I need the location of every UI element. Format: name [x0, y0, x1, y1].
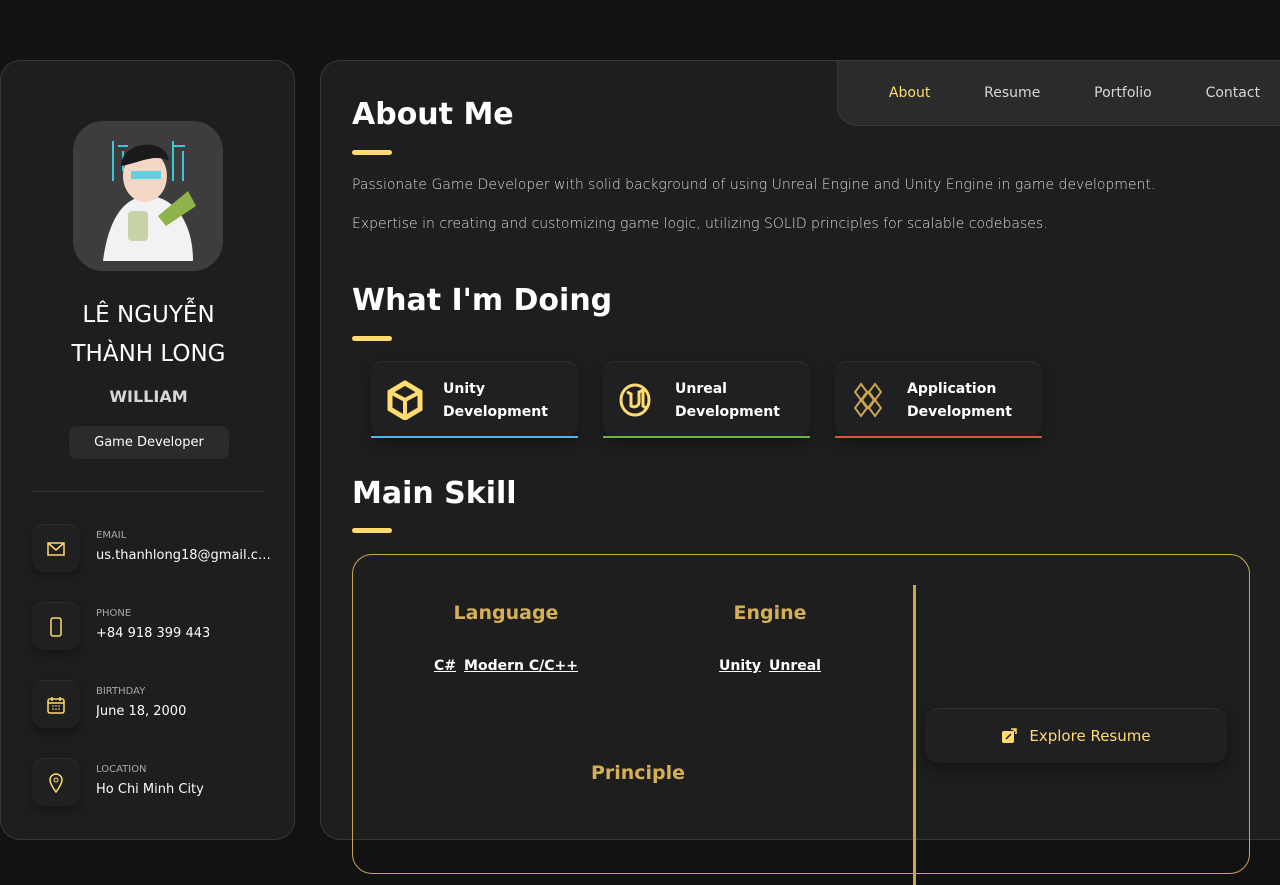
nav-contact[interactable]: Contact [1206, 85, 1260, 101]
service-card-unreal: Unreal Development [603, 361, 810, 438]
doing-title: What I'm Doing [352, 283, 613, 318]
service-card-unity: Unity Development [371, 361, 578, 438]
title-underline [352, 150, 392, 155]
skills-panel: Language C# Modern C/C++ Engine Unity Unre… [352, 554, 1250, 885]
contact-email: Email us.thanhlong18@gmail.com [32, 524, 276, 572]
engine-heading: Engine [733, 602, 807, 624]
vertical-divider [913, 585, 916, 885]
skills-title: Main Skill [352, 476, 517, 511]
card-subtitle: Development [907, 404, 1012, 420]
skill-link-unreal[interactable]: Unreal [769, 658, 821, 674]
principle-heading: Principle [590, 762, 686, 784]
name-line-2: THÀNH LONG [71, 341, 226, 367]
calendar-icon [32, 680, 80, 728]
engine-links: Unity Unreal [715, 658, 825, 674]
divider [32, 491, 265, 492]
card-accent-bar [371, 436, 578, 438]
sidebar: LÊ NGUYỄN THÀNH LONG WILLIAM Game Develop… [0, 60, 295, 840]
name-line-1: LÊ NGUYỄN [82, 302, 215, 328]
nav-portfolio[interactable]: Portfolio [1094, 85, 1152, 101]
skill-link-unity[interactable]: Unity [719, 658, 761, 674]
external-link-icon [1002, 728, 1018, 743]
unity-icon [387, 380, 423, 420]
language-links: C# Modern C/C++ [430, 658, 582, 674]
avatar [73, 121, 223, 271]
contact-label: Birthday [96, 686, 146, 697]
title-underline [352, 528, 392, 533]
avatar-illustration [103, 141, 196, 261]
birthday-value: June 18, 2000 [96, 704, 187, 719]
contact-phone: Phone +84 918 399 443 [32, 602, 272, 650]
about-paragraph-2: Expertise in creating and customizing ga… [352, 216, 1048, 232]
card-title: Unreal [675, 381, 727, 397]
email-link[interactable]: us.thanhlong18@gmail.com [96, 548, 276, 563]
card-accent-bar [603, 436, 810, 438]
profile-name: LÊ NGUYỄN THÀNH LONG [1, 296, 296, 374]
card-accent-bar [835, 436, 1042, 438]
phone-link[interactable]: +84 918 399 443 [96, 626, 276, 641]
contact-label: Phone [96, 608, 132, 619]
service-card-application: Application Development [835, 361, 1042, 438]
contact-label: Location [96, 764, 147, 775]
about-paragraph-1: Passionate Game Developer with solid bac… [352, 177, 1156, 193]
location-icon [32, 758, 80, 806]
language-heading: Language [453, 602, 559, 624]
card-subtitle: Development [675, 404, 780, 420]
unreal-icon [619, 383, 651, 417]
about-title: About Me [352, 97, 514, 132]
explore-resume-label: Explore Resume [1029, 727, 1151, 745]
card-title: Unity [443, 381, 485, 397]
skill-link-cpp[interactable]: Modern C/C++ [464, 658, 578, 674]
skill-link-csharp[interactable]: C# [434, 658, 456, 674]
main-content: About Resume Portfolio Contact About Me … [320, 60, 1280, 885]
navbar: About Resume Portfolio Contact [837, 61, 1280, 126]
mail-icon [32, 524, 80, 572]
title-underline [352, 336, 392, 341]
location-value: Ho Chi Minh City [96, 782, 204, 797]
application-icon [853, 382, 883, 418]
nav-about[interactable]: About [889, 85, 930, 101]
profile-nickname: WILLIAM [109, 387, 188, 406]
role-badge: Game Developer [69, 426, 229, 459]
phone-icon [32, 602, 80, 650]
contact-location: Location Ho Chi Minh City [32, 758, 272, 806]
card-subtitle: Development [443, 404, 548, 420]
explore-resume-button[interactable]: Explore Resume [925, 708, 1227, 763]
nav-resume[interactable]: Resume [984, 85, 1040, 101]
card-title: Application [907, 381, 997, 397]
contact-birthday: Birthday June 18, 2000 [32, 680, 272, 728]
contact-label: Email [96, 530, 127, 541]
